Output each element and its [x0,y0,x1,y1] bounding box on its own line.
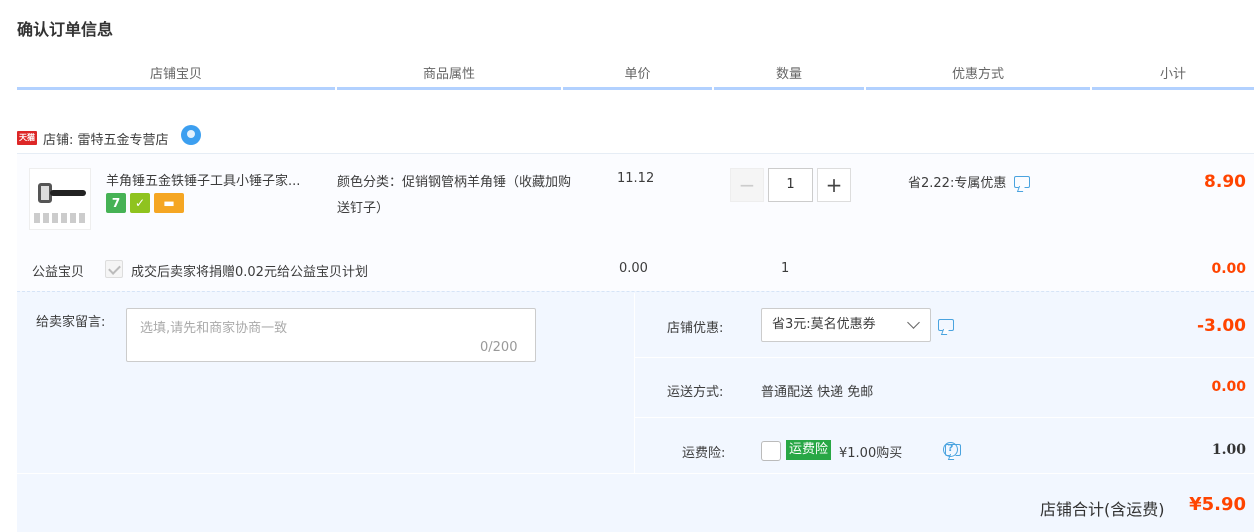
charity-price: 0.00 [619,261,648,276]
column-header-discount: 优惠方式 [866,66,1090,90]
service-icons: 7 ✓ ▬ [106,193,184,213]
shop-total-amount: ¥5.90 [1189,494,1246,515]
item-promotion: 省2.22:专属优惠 [908,172,1031,191]
quantity-input[interactable]: 1 [768,168,813,202]
product-image[interactable] [29,168,91,230]
shipping-method: 普通配送 快递 免邮 [761,385,874,400]
charity-subtotal: 0.00 [1211,261,1246,277]
shop-total-label: 店铺合计(含运费) [1040,500,1165,519]
quantity-stepper: − 1 + [730,168,851,202]
page-title: 确认订单信息 [17,20,114,39]
row-divider [635,357,1254,358]
column-header-quantity: 数量 [714,66,864,90]
shipping-amount: 0.00 [1211,379,1246,395]
comment-icon[interactable] [1014,175,1031,188]
charity-text: 成交后卖家将捐赠0.02元给公益宝贝计划 [131,265,368,280]
charity-quantity: 1 [781,261,790,276]
column-header-subtotal: 小计 [1092,66,1254,90]
seven-day-return-icon[interactable]: 7 [106,193,126,213]
column-header-item: 店铺宝贝 [17,66,335,90]
item-subtotal: 8.90 [1204,172,1246,192]
charity-checkbox [105,260,123,278]
wangwang-chat-icon[interactable] [180,125,201,145]
shipping-label: 运送方式: [667,385,724,400]
coupon-select[interactable]: 省3元:莫名优惠券 [761,308,931,342]
chevron-down-icon [907,316,920,329]
column-header-price: 单价 [563,66,712,90]
charity-label: 公益宝贝 [32,265,85,280]
coupon-comment-icon[interactable] [938,319,954,331]
quantity-increase-button[interactable]: + [817,168,851,202]
insurance-checkbox[interactable] [761,441,781,461]
insurance-label: 运费险: [682,446,726,461]
product-name-link[interactable]: 羊角锤五金铁锤子工具小锤子家... [106,170,331,189]
panel-divider [634,293,635,473]
message-label: 给卖家留言: [36,315,106,330]
hammer-handle-shape [50,190,86,196]
insurance-tag: 运费险 [786,440,832,460]
product-property: 颜色分类：促销钢管柄羊角锤（收藏加购送钉子） [337,175,572,216]
shop-name-link[interactable]: 店铺: 雷特五金专营店 [43,129,169,148]
row-divider [635,417,1254,418]
promotion-text: 省2.22:专属优惠 [908,176,1007,191]
quantity-decrease-button[interactable]: − [730,168,764,202]
message-char-count: 0/200 [480,340,518,355]
tmall-icon: 天猫 [17,131,37,145]
message-placeholder: 选填,请先和商家协商一致 [140,321,288,336]
shop-discount-amount: -3.00 [1197,316,1246,336]
nail-strip-shape [34,213,86,223]
shop-line: 天猫 店铺: 雷特五金专营店 [17,125,201,150]
card-icon[interactable]: ▬ [154,193,184,213]
unit-price: 11.12 [617,171,655,186]
checkmark-badge-icon[interactable]: ✓ [130,193,150,213]
row-divider [17,473,1254,474]
shop-discount-label: 店铺优惠: [667,321,724,336]
insurance-amount: 1.00 [1211,442,1246,458]
insurance-price: ¥1.00购买 [839,446,903,461]
coupon-selected-value: 省3元:莫名优惠券 [772,317,876,332]
column-header-property: 商品属性 [337,66,561,90]
help-icon[interactable]: ? [943,442,958,457]
